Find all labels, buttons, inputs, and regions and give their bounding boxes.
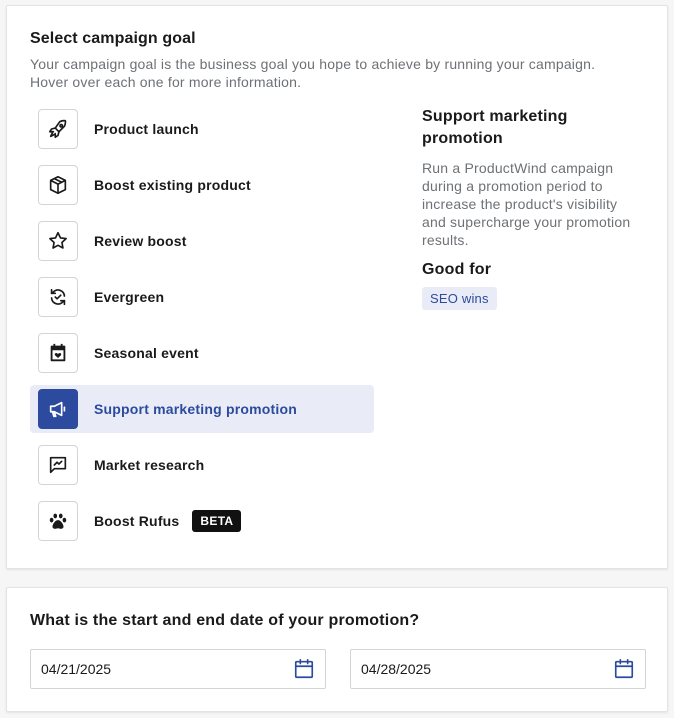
goal-detail-panel: Support marketing promotion Run a Produc… <box>422 106 642 310</box>
star-icon <box>38 221 78 261</box>
promotion-dates-card: What is the start and end date of your p… <box>6 587 668 712</box>
goal-description: Your campaign goal is the business goal … <box>30 56 596 90</box>
goal-label: Market research <box>94 457 205 473</box>
start-date-input[interactable] <box>41 661 241 677</box>
goal-label: Support marketing promotion <box>94 401 297 417</box>
date-question: What is the start and end date of your p… <box>30 612 420 629</box>
good-for-tag: SEO wins <box>422 287 497 310</box>
paw-icon <box>38 501 78 541</box>
goal-label: Product launch <box>94 121 199 137</box>
goal-option-review-boost[interactable]: Review boost <box>30 217 374 265</box>
chart-message-icon <box>38 445 78 485</box>
goal-label: Boost Rufus <box>94 513 180 529</box>
box-icon <box>38 165 78 205</box>
goal-option-market-research[interactable]: Market research <box>30 441 374 489</box>
detail-title: Support marketing promotion <box>422 108 568 147</box>
goal-label: Review boost <box>94 233 187 249</box>
start-date-field[interactable] <box>30 649 326 689</box>
goal-option-boost-rufus[interactable]: Boost Rufus BETA <box>30 497 374 545</box>
end-date-input[interactable] <box>361 661 561 677</box>
goal-label: Seasonal event <box>94 345 199 361</box>
goal-option-support-marketing-promotion[interactable]: Support marketing promotion <box>30 385 374 433</box>
refresh-icon <box>38 277 78 317</box>
good-for-heading: Good for <box>422 261 492 278</box>
rocket-icon <box>38 109 78 149</box>
goal-label: Boost existing product <box>94 177 251 193</box>
goal-option-product-launch[interactable]: Product launch <box>30 105 374 153</box>
megaphone-icon <box>38 389 78 429</box>
goal-option-seasonal-event[interactable]: Seasonal event <box>30 329 374 377</box>
calendar-icon[interactable] <box>293 658 315 680</box>
goal-heading: Select campaign goal <box>30 30 196 47</box>
goal-option-evergreen[interactable]: Evergreen <box>30 273 374 321</box>
campaign-goal-card: Select campaign goal Your campaign goal … <box>6 5 668 569</box>
calendar-icon[interactable] <box>613 658 635 680</box>
goal-label: Evergreen <box>94 289 165 305</box>
detail-description: Run a ProductWind campaign during a prom… <box>422 160 631 248</box>
goal-option-boost-existing-product[interactable]: Boost existing product <box>30 161 374 209</box>
end-date-field[interactable] <box>350 649 646 689</box>
calendar-heart-icon <box>38 333 78 373</box>
beta-badge: BETA <box>192 510 242 532</box>
